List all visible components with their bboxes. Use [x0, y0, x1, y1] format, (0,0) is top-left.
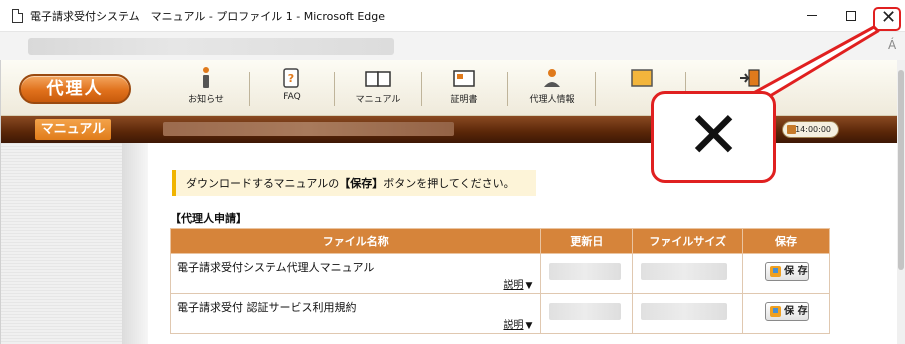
table-header-row: ファイル名称 更新日 ファイルサイズ 保存: [169, 228, 830, 254]
nav-label-manual: マニュアル: [355, 95, 401, 105]
instruction-notice: ダウンロードするマニュアルの【保存】ボタンを押してください。: [172, 170, 536, 196]
updated-date-cell: [540, 293, 634, 334]
nav-item-manual[interactable]: マニュアル: [341, 66, 415, 112]
close-window-button[interactable]: ✕: [873, 7, 901, 31]
column-header-save: 保存: [742, 228, 830, 254]
table-row: 電子請求受付システム代理人マニュアル 説明 ▼ 保 存: [169, 253, 830, 294]
save-button[interactable]: 保 存: [765, 302, 810, 321]
window-title: 電子請求受付システム マニュアル - プロファイル 1 - Microsoft …: [30, 10, 385, 23]
description-label: 説明: [503, 280, 524, 291]
column-header-file-size: ファイルサイズ: [632, 228, 744, 254]
page-icon: [12, 9, 23, 23]
nav-item-faq[interactable]: ? FAQ: [255, 66, 329, 112]
nav-item-agent-info[interactable]: 代理人情報: [515, 66, 589, 112]
read-aloud-icon[interactable]: Á: [888, 38, 896, 52]
nav-label-certificate: 証明書: [450, 95, 478, 105]
close-button-callout: ✕: [651, 91, 776, 183]
section-title: マニュアル: [35, 119, 111, 140]
notice-bold: 【保存】: [339, 177, 384, 190]
title-bar: 電子請求受付システム マニュアル - プロファイル 1 - Microsoft …: [0, 0, 905, 32]
description-toggle[interactable]: 説明 ▼: [503, 316, 532, 331]
svg-text:?: ?: [288, 72, 294, 85]
nav-divider: [249, 72, 250, 106]
description-toggle[interactable]: 説明 ▼: [503, 276, 532, 291]
nav-divider: [595, 72, 596, 106]
file-name-cell: 電子請求受付システム代理人マニュアル 説明 ▼: [169, 253, 542, 294]
file-name: 電子請求受付 認証サービス利用規約: [177, 301, 357, 314]
session-timer: 14:00:00: [782, 121, 839, 138]
url-field[interactable]: [28, 38, 394, 55]
close-icon: ✕: [881, 7, 897, 28]
sidebar-shadow: [122, 143, 148, 344]
logout-icon: [740, 69, 760, 87]
nav-item-certificate[interactable]: 証明書: [427, 66, 501, 112]
notice-prefix: ダウンロードするマニュアルの: [186, 177, 340, 190]
minimize-icon[interactable]: [807, 15, 817, 16]
save-button[interactable]: 保 存: [765, 262, 810, 281]
column-header-file-name: ファイル名称: [169, 228, 542, 254]
session-time: 14:00:00: [795, 125, 831, 134]
triangle-down-icon: ▼: [525, 281, 533, 291]
id-card-icon: [631, 69, 653, 87]
nav-label-faq: FAQ: [283, 92, 301, 102]
faq-icon: ?: [283, 68, 299, 88]
maximize-icon[interactable]: [846, 11, 856, 21]
left-sidebar: [1, 143, 122, 344]
file-size-cell: [632, 293, 744, 334]
book-icon: [365, 71, 391, 87]
manual-file-table: ファイル名称 更新日 ファイルサイズ 保存 電子請求受付システム代理人マニュアル…: [169, 228, 830, 334]
redacted-date: [549, 263, 622, 280]
column-header-updated: 更新日: [540, 228, 634, 254]
download-icon: [770, 266, 782, 277]
nav-divider: [334, 72, 335, 106]
nav-label-agent-info: 代理人情報: [529, 95, 575, 105]
role-badge[interactable]: 代理人: [19, 74, 131, 104]
person-icon: [544, 69, 560, 87]
browser-window: 電子請求受付システム マニュアル - プロファイル 1 - Microsoft …: [0, 0, 905, 344]
redacted-size: [641, 303, 728, 320]
file-name: 電子請求受付システム代理人マニュアル: [177, 261, 375, 274]
table-row: 電子請求受付 認証サービス利用規約 説明 ▼ 保 存: [169, 293, 830, 334]
info-icon: [203, 67, 209, 88]
group-heading: 【代理人申請】: [170, 212, 247, 225]
address-bar: Á: [0, 32, 905, 60]
save-cell: 保 存: [742, 253, 830, 294]
nav-divider: [507, 72, 508, 106]
nav-divider: [421, 72, 422, 106]
nav-item-notices[interactable]: お知らせ: [169, 66, 243, 112]
nav-label-notices: お知らせ: [188, 95, 224, 105]
file-size-cell: [632, 253, 744, 294]
clock-icon: [787, 125, 796, 134]
description-label: 説明: [503, 320, 524, 331]
download-icon: [770, 306, 782, 317]
vertical-scrollbar[interactable]: [897, 60, 905, 344]
file-name-cell: 電子請求受付 認証サービス利用規約 説明 ▼: [169, 293, 542, 334]
scrollbar-thumb[interactable]: [898, 70, 904, 270]
redacted-user-info: [163, 122, 454, 136]
save-label: 保 存: [784, 306, 808, 317]
save-cell: 保 存: [742, 293, 830, 334]
updated-date-cell: [540, 253, 634, 294]
certificate-icon: [453, 70, 475, 87]
notice-suffix: ボタンを押してください。: [383, 177, 515, 190]
redacted-date: [549, 303, 622, 320]
triangle-down-icon: ▼: [525, 321, 533, 331]
save-label: 保 存: [784, 266, 808, 277]
close-icon: ✕: [686, 99, 741, 173]
redacted-size: [641, 263, 728, 280]
